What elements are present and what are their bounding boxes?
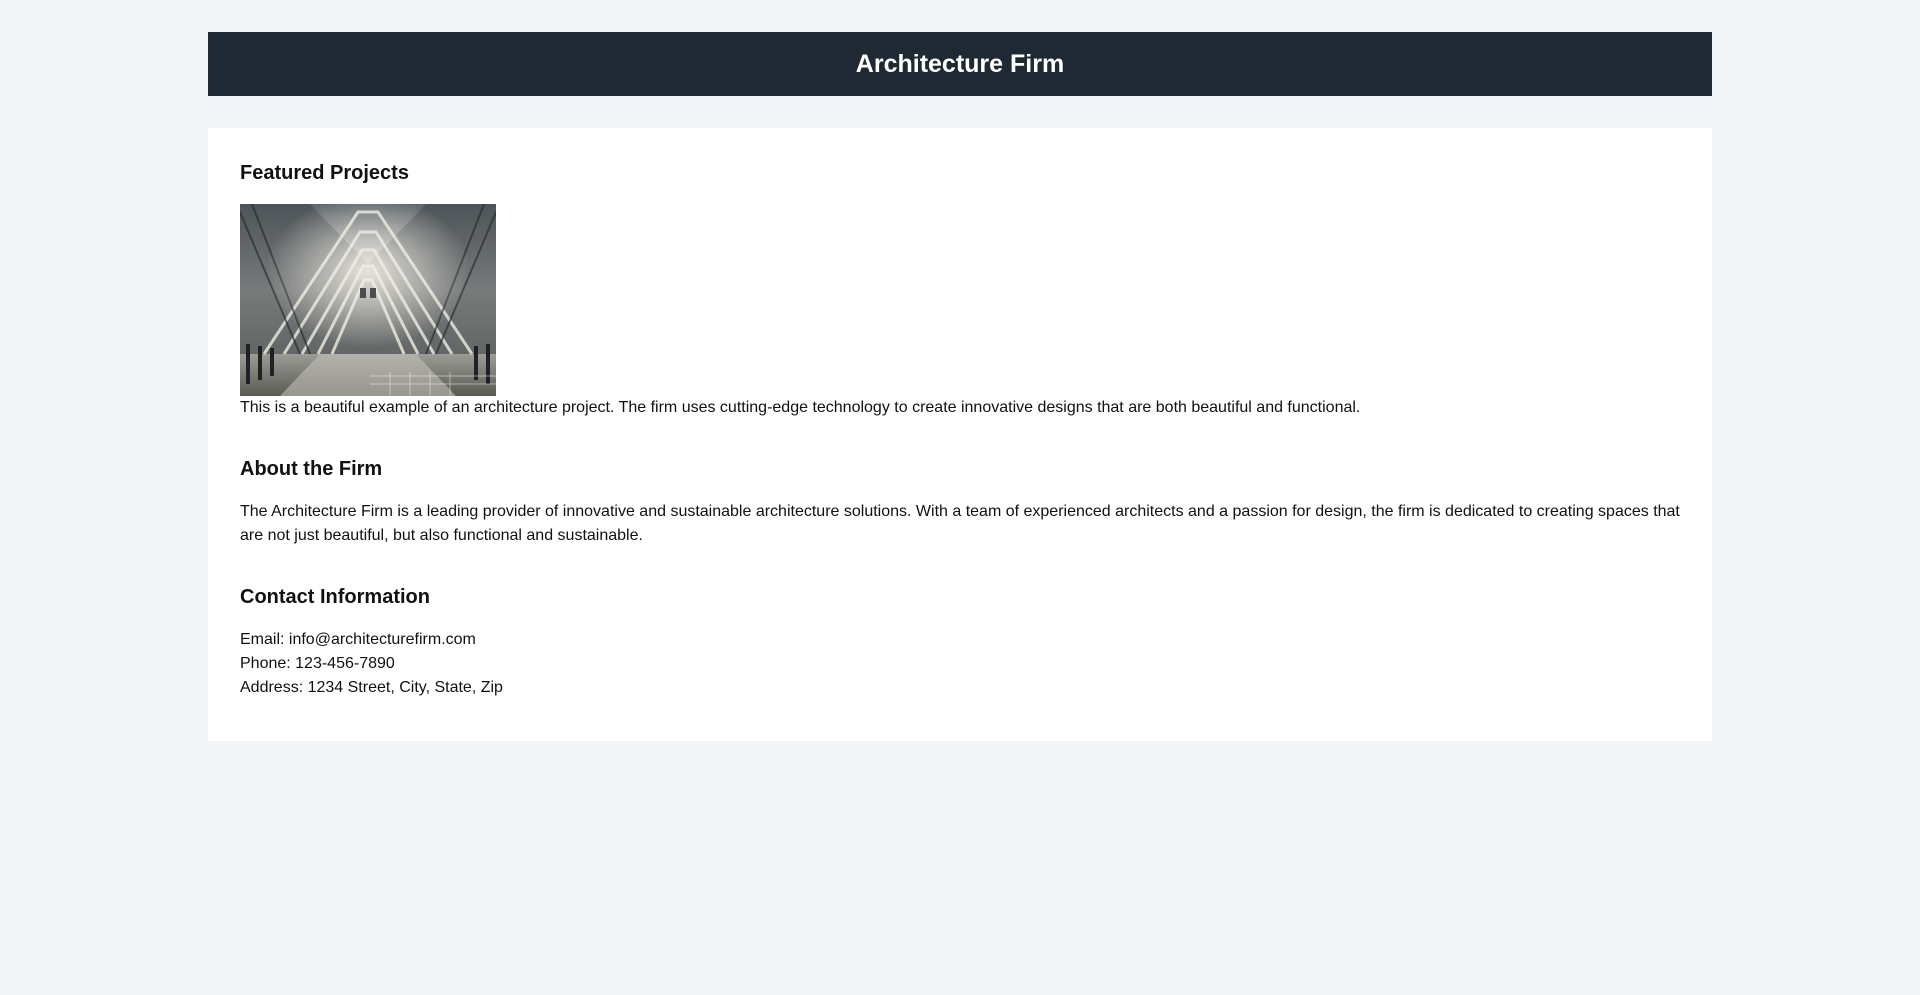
contact-address: Address: 1234 Street, City, State, Zip — [240, 679, 503, 696]
page-container: Architecture Firm Featured Projects This… — [208, 32, 1712, 741]
contact-list: Email: info@architecturefirm.com Phone: … — [240, 628, 1680, 700]
about-heading: About the Firm — [240, 458, 383, 480]
featured-project-description: This is a beautiful example of an archit… — [240, 399, 1361, 416]
featured-projects-section: Featured Projects This is a beautiful ex… — [240, 160, 1680, 420]
contact-phone: Phone: 123-456-7890 — [240, 655, 395, 672]
contact-heading: Contact Information — [240, 586, 430, 608]
about-section: About the Firm The Architecture Firm is … — [240, 456, 1680, 548]
project-image — [240, 204, 496, 396]
contact-section: Contact Information Email: info@architec… — [240, 584, 1680, 700]
featured-projects-heading: Featured Projects — [240, 162, 409, 184]
contact-email: Email: info@architecturefirm.com — [240, 631, 476, 648]
content-card: Featured Projects This is a beautiful ex… — [208, 128, 1712, 741]
site-title: Architecture Firm — [855, 49, 1065, 78]
about-text: The Architecture Firm is a leading provi… — [240, 503, 1680, 544]
site-header: Architecture Firm — [208, 32, 1712, 96]
